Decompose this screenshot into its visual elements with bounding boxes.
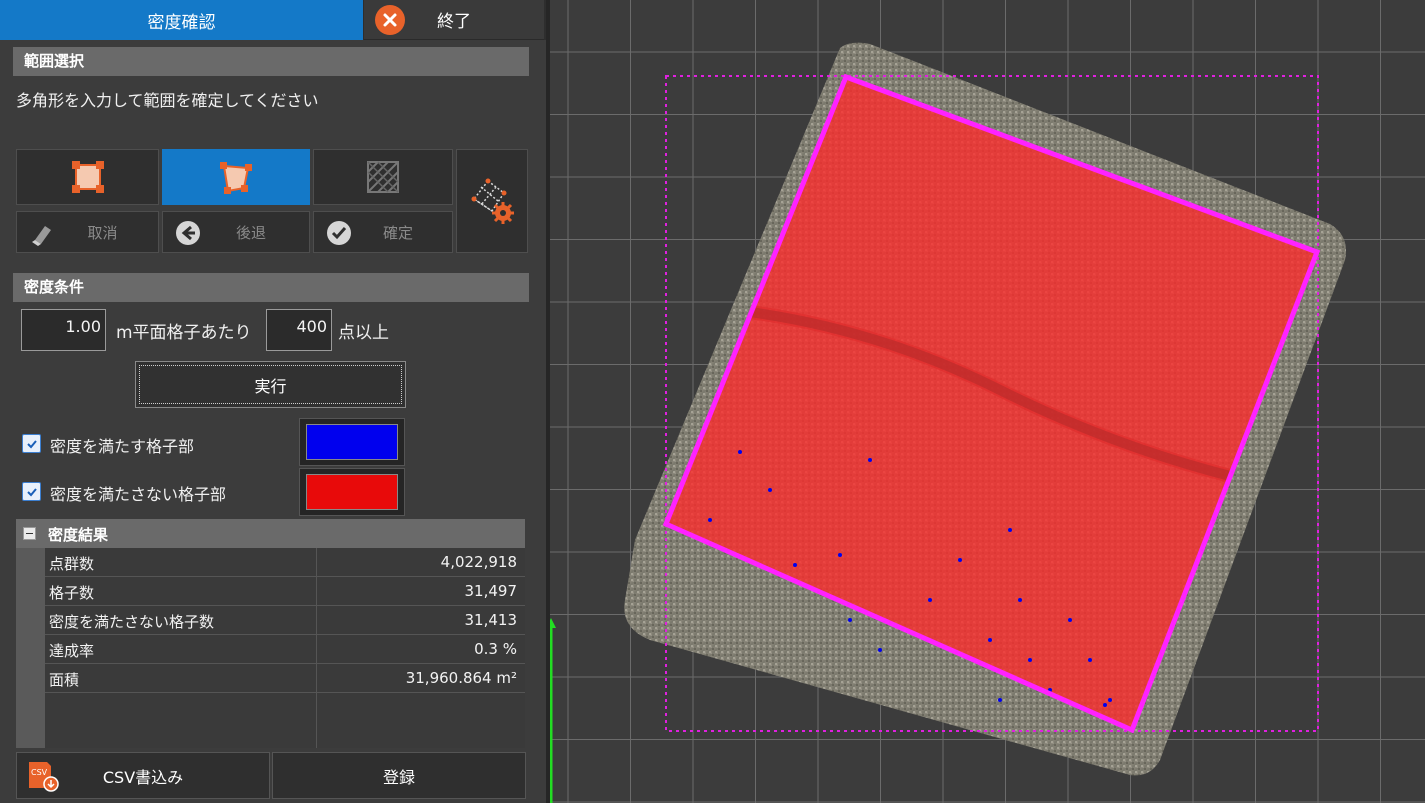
register-label: 登録: [382, 767, 415, 787]
density-pass-cell: [958, 558, 962, 562]
conditions-section-title: 密度条件: [24, 278, 85, 296]
exit-button[interactable]: 終了: [364, 0, 544, 40]
results-table: 点群数 4,022,918 格子数 31,497 密度を満たさない格子数 31,413 達成…: [45, 548, 525, 748]
result-row: 密度を満たさない格子数 31,413: [45, 606, 525, 635]
density-pass-cell: [1103, 703, 1107, 707]
collapse-icon[interactable]: [23, 527, 36, 540]
back-label: 後退: [235, 223, 266, 242]
result-key: 達成率: [49, 642, 95, 660]
density-pass-cell: [988, 638, 992, 642]
ok-color-swatch: [306, 424, 398, 460]
result-value: 31,497: [464, 582, 518, 600]
checkmark-icon: [26, 439, 37, 448]
result-value: 31,960.864 m²: [405, 669, 517, 687]
density-pass-cell: [848, 618, 852, 622]
result-row: 点群数 4,022,918: [45, 548, 525, 577]
show-ng-label: 密度を満たさない格子部: [50, 485, 227, 504]
grid-size-input[interactable]: 1.00: [21, 309, 106, 351]
result-row: 面積 31,960.864 m²: [45, 664, 525, 693]
range-section-header: 範囲選択: [13, 47, 529, 76]
side-panel: 密度確認 終了 範囲選択 多角形を入力して範囲を確定してください 取消 後退 確…: [0, 0, 546, 803]
density-pass-cell: [708, 518, 712, 522]
run-button-label: 実行: [254, 376, 287, 396]
csv-file-icon: CSV: [29, 762, 59, 792]
range-section-title: 範囲選択: [24, 52, 85, 70]
density-pass-cell: [738, 450, 742, 454]
run-button[interactable]: 実行: [135, 361, 406, 408]
polygon-select-tool[interactable]: [162, 149, 310, 205]
result-value: 31,413: [464, 611, 518, 629]
show-ng-checkbox[interactable]: [22, 482, 41, 501]
density-pass-cell: [878, 648, 882, 652]
y-axis-gizmo: [550, 618, 556, 803]
app-root: 密度確認 終了 範囲選択 多角形を入力して範囲を確定してください 取消 後退 確…: [0, 0, 1425, 803]
register-button[interactable]: 登録: [272, 752, 526, 799]
range-hint: 多角形を入力して範囲を確定してください: [16, 91, 319, 110]
result-row: 格子数 31,497: [45, 577, 525, 606]
density-pass-cell: [868, 458, 872, 462]
checkmark-icon: [26, 487, 37, 496]
show-ok-label: 密度を満たす格子部: [50, 437, 195, 456]
close-icon: [375, 5, 405, 35]
grid-gear-icon: [471, 178, 514, 224]
tab-density-check[interactable]: 密度確認: [0, 0, 363, 40]
density-pass-cell: [838, 553, 842, 557]
result-value: 4,022,918: [440, 553, 517, 571]
min-points-label: 点以上: [338, 323, 389, 343]
confirm-button[interactable]: 確定: [313, 211, 453, 253]
result-key: 面積: [49, 671, 80, 689]
conditions-section-header: 密度条件: [13, 273, 529, 302]
rectangle-select-tool[interactable]: [16, 149, 159, 205]
density-pass-cell: [1008, 528, 1012, 532]
polygon-select-icon: [220, 162, 252, 194]
density-pass-cell: [1028, 658, 1032, 662]
density-pass-cell: [1018, 598, 1022, 602]
results-section-title: 密度結果: [48, 526, 109, 544]
result-key: 密度を満たさない格子数: [49, 613, 215, 631]
result-value: 0.3 %: [474, 640, 517, 658]
area-select-tool[interactable]: [313, 149, 453, 205]
results-section-header[interactable]: 密度結果: [16, 519, 525, 548]
ng-color-picker[interactable]: [299, 468, 405, 516]
result-key: 格子数: [49, 584, 95, 602]
confirm-label: 確定: [382, 223, 413, 242]
csv-badge-text: CSV: [31, 768, 48, 777]
viewport-canvas[interactable]: [550, 0, 1425, 803]
csv-export-label: CSV書込み: [102, 767, 184, 787]
ok-color-picker[interactable]: [299, 418, 405, 466]
grid-size-label: m平面格子あたり: [116, 323, 252, 343]
density-pass-cell: [1108, 698, 1112, 702]
result-row: 達成率 0.3 %: [45, 635, 525, 664]
tab-density-check-label: 密度確認: [147, 12, 216, 33]
density-pass-cell: [793, 563, 797, 567]
exit-button-label: 終了: [437, 12, 471, 32]
csv-export-button[interactable]: CSV CSV書込み: [16, 752, 270, 799]
point-cloud-viewport[interactable]: [550, 0, 1425, 803]
density-pass-cell: [1068, 618, 1072, 622]
result-key: 点群数: [49, 555, 95, 573]
ng-color-swatch: [306, 474, 398, 510]
cancel-button[interactable]: 取消: [16, 211, 159, 253]
density-pass-cell: [1088, 658, 1092, 662]
min-points-input[interactable]: 400: [266, 309, 332, 351]
tab-bar: 密度確認 終了: [0, 0, 546, 40]
rectangle-select-icon: [71, 161, 104, 193]
back-button[interactable]: 後退: [162, 211, 310, 253]
density-pass-cell: [768, 488, 772, 492]
show-ok-checkbox[interactable]: [22, 434, 41, 453]
density-pass-cell: [998, 698, 1002, 702]
results-row-gutter: [16, 548, 45, 748]
pattern-area-icon: [367, 161, 399, 193]
cancel-label: 取消: [87, 223, 118, 242]
density-pass-cell: [928, 598, 932, 602]
grid-settings-button[interactable]: [456, 149, 528, 253]
